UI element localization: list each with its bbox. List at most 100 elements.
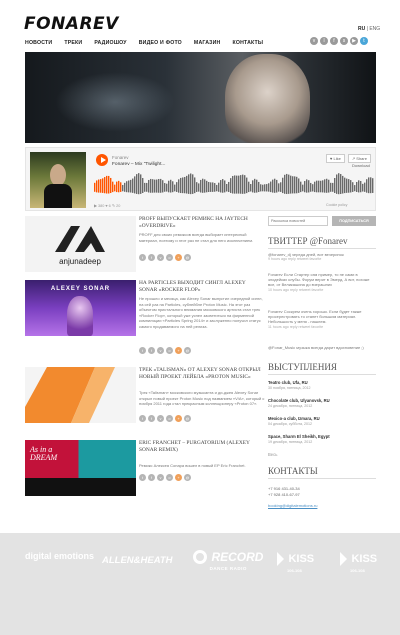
waveform-bar bbox=[108, 175, 110, 194]
plus-icon[interactable]: + bbox=[175, 347, 182, 354]
partner-kiss-fm-1[interactable]: KISS 106-108 bbox=[277, 550, 314, 573]
play-button[interactable] bbox=[96, 154, 108, 166]
waveform-bar bbox=[172, 181, 174, 193]
odnoklassniki-icon[interactable]: o bbox=[166, 347, 173, 354]
twitter-icon[interactable]: t bbox=[360, 37, 368, 45]
waveform-bar bbox=[106, 175, 108, 194]
news-title[interactable]: PROFF ВЫПУСКАЕТ РЕМИКС НА JAYTECH «OVERD… bbox=[139, 216, 265, 230]
nav-item-shop[interactable]: МАГАЗИН bbox=[194, 40, 221, 46]
site-logo[interactable]: FONAREV bbox=[24, 14, 119, 34]
event-item[interactable]: Mexico-a club, Izmara, RU 04 декабря, су… bbox=[268, 416, 376, 428]
twitter-heading[interactable]: ТВИТТЕР @Fonarev bbox=[268, 236, 376, 249]
youtube-icon[interactable]: ▶ bbox=[350, 37, 358, 45]
event-date: 04 декабря, суббота, 2012 bbox=[268, 422, 312, 427]
partner-digital-emotions[interactable]: digital emotions bbox=[25, 552, 94, 561]
event-item[interactable]: Teatro club, Ufa, RU 30 ноября, пятница,… bbox=[268, 380, 376, 392]
track-artwork bbox=[30, 152, 86, 208]
waveform-bar bbox=[126, 181, 128, 193]
language-switcher: RU | ENG bbox=[358, 26, 380, 32]
newsletter-email-input[interactable] bbox=[268, 216, 328, 226]
vk-icon[interactable]: v bbox=[157, 474, 164, 481]
twitter-icon[interactable]: t bbox=[139, 415, 146, 422]
waveform-bar bbox=[154, 179, 156, 193]
news-image-proton[interactable] bbox=[25, 367, 136, 423]
nav-item-contacts[interactable]: КОНТАКТЫ bbox=[232, 40, 263, 46]
event-place[interactable]: Space, Sharm El Sheikh, Egypt bbox=[268, 434, 330, 439]
news-text: Ремикс Алексея Сонара вошел в новый EP E… bbox=[139, 463, 246, 468]
waveform-bar bbox=[96, 180, 98, 193]
nav-item-radioshow[interactable]: РАДИОШОУ bbox=[94, 40, 126, 46]
kiss-wordmark: KISS bbox=[288, 552, 315, 565]
facebook-icon[interactable]: f bbox=[148, 415, 155, 422]
facebook-icon[interactable]: f bbox=[148, 254, 155, 261]
nav-item-video-photo[interactable]: ВИДЕО И ФОТО bbox=[139, 40, 182, 46]
waveform-bar bbox=[134, 176, 136, 194]
vk-icon[interactable]: v bbox=[157, 254, 164, 261]
twitter-icon[interactable]: t bbox=[139, 474, 146, 481]
facebook-icon[interactable]: f bbox=[148, 347, 155, 354]
like-button[interactable]: ♥ Like bbox=[326, 154, 345, 163]
waveform-bar bbox=[252, 180, 254, 193]
tweet-meta[interactable]: 11 hours ago reply retweet favorite bbox=[268, 325, 376, 330]
waveform-bar bbox=[228, 181, 230, 193]
track-title[interactable]: Fonarev – Mix "Twilight... bbox=[112, 162, 165, 167]
waveform-bar bbox=[200, 179, 202, 193]
facebook-icon[interactable]: f bbox=[330, 37, 338, 45]
kiss-frequency: 106-108 bbox=[287, 568, 302, 573]
nav-item-tracks[interactable]: ТРЕКИ bbox=[64, 40, 82, 46]
twitter-icon[interactable]: t bbox=[139, 254, 146, 261]
plus-icon[interactable]: + bbox=[175, 254, 182, 261]
waveform-bar bbox=[324, 179, 326, 193]
odnoklassniki-icon[interactable]: o bbox=[166, 254, 173, 261]
mail-icon[interactable]: @ bbox=[184, 415, 191, 422]
twitter-icon[interactable]: t bbox=[139, 347, 146, 354]
facebook-icon[interactable]: f bbox=[148, 474, 155, 481]
event-item[interactable]: Space, Sharm El Sheikh, Egypt 19 декабря… bbox=[268, 434, 376, 446]
vk-icon[interactable]: v bbox=[310, 37, 318, 45]
lang-eng-link[interactable]: ENG bbox=[369, 26, 380, 32]
news-title[interactable]: ТРЕК «TALISMAN» ОТ ALEXEY SONAR ОТКРЫЛ Н… bbox=[139, 367, 265, 381]
news-title[interactable]: НА PARTICLES ВЫХОДИТ СИНГЛ ALEXEY SONAR … bbox=[139, 280, 265, 294]
contact-email-link[interactable]: booking@digitalemotions.ru bbox=[268, 503, 317, 508]
event-item[interactable]: Chocolate club, Ulyanovsk, RU 24 декабря… bbox=[268, 398, 376, 410]
event-place[interactable]: Teatro club, Ufa, RU bbox=[268, 380, 308, 385]
track-artist[interactable]: Fonarev bbox=[112, 155, 129, 160]
lastfm-icon[interactable]: l bbox=[320, 37, 328, 45]
mail-icon[interactable]: @ bbox=[184, 347, 191, 354]
waveform-bar bbox=[290, 175, 292, 194]
download-link[interactable]: Download bbox=[352, 163, 370, 168]
odnoklassniki-icon[interactable]: o bbox=[166, 415, 173, 422]
partner-kiss-fm-2[interactable]: KISS 106-108 bbox=[340, 550, 377, 573]
odnoklassniki-icon[interactable]: o bbox=[166, 474, 173, 481]
tweet-meta[interactable]: 10 hours ago reply retweet favorite bbox=[268, 288, 376, 293]
waveform-bar bbox=[182, 177, 184, 194]
waveform-bar bbox=[130, 179, 132, 193]
waveform-bar bbox=[234, 175, 236, 194]
news-title[interactable]: ERIC FRANCHET – PURGATORIUM (ALEXEY SONA… bbox=[139, 440, 265, 454]
event-place[interactable]: Mexico-a club, Izmara, RU bbox=[268, 416, 320, 421]
soundcloud-icon[interactable]: s bbox=[340, 37, 348, 45]
events-more-link[interactable]: Весь bbox=[268, 452, 376, 457]
plus-icon[interactable]: + bbox=[175, 474, 182, 481]
share-button[interactable]: ↗ Share bbox=[347, 154, 371, 163]
waveform-bar bbox=[202, 178, 204, 193]
partner-allen-heath[interactable]: ALLEN&HEATH bbox=[102, 555, 173, 566]
tweet-meta[interactable]: 9 hours ago reply retweet favorite bbox=[268, 257, 376, 262]
mail-icon[interactable]: @ bbox=[184, 254, 191, 261]
vk-icon[interactable]: v bbox=[157, 347, 164, 354]
subscribe-button[interactable]: ПОДПИСАТЬСЯ bbox=[332, 216, 376, 226]
plus-icon[interactable]: + bbox=[175, 415, 182, 422]
waveform-bar bbox=[274, 178, 276, 193]
image-dark-band bbox=[25, 478, 136, 496]
waveform-bar bbox=[112, 181, 114, 193]
event-place[interactable]: Chocolate club, Ulyanovsk, RU bbox=[268, 398, 330, 403]
mail-icon[interactable]: @ bbox=[184, 474, 191, 481]
partner-record[interactable]: RECORD DANCE RADIO bbox=[193, 548, 263, 571]
cookie-policy-link[interactable]: Cookie policy bbox=[326, 203, 347, 207]
nav-item-news[interactable]: НОВОСТИ bbox=[25, 40, 52, 46]
vk-icon[interactable]: v bbox=[157, 415, 164, 422]
news-image-as-in-a-dream[interactable]: As in a DREAM bbox=[25, 440, 136, 496]
waveform[interactable] bbox=[94, 172, 374, 200]
news-image-anjunadeep[interactable]: anjunadeep bbox=[25, 216, 136, 272]
news-image-alexey-sonar[interactable]: ALEXEY SONAR bbox=[25, 280, 136, 336]
